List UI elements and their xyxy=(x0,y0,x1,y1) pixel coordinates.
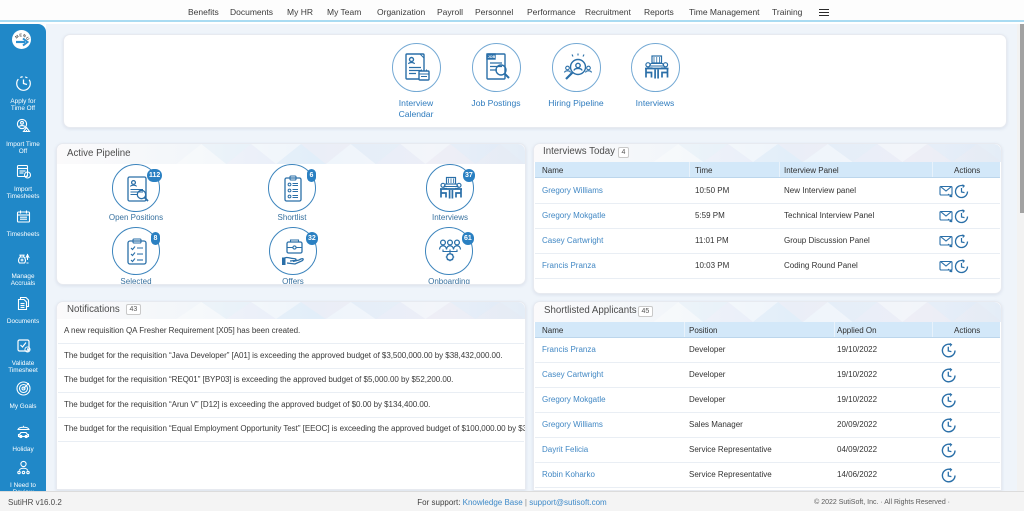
svg-text:JOB: JOB xyxy=(487,55,495,59)
svg-text:MENU: MENU xyxy=(14,32,31,41)
